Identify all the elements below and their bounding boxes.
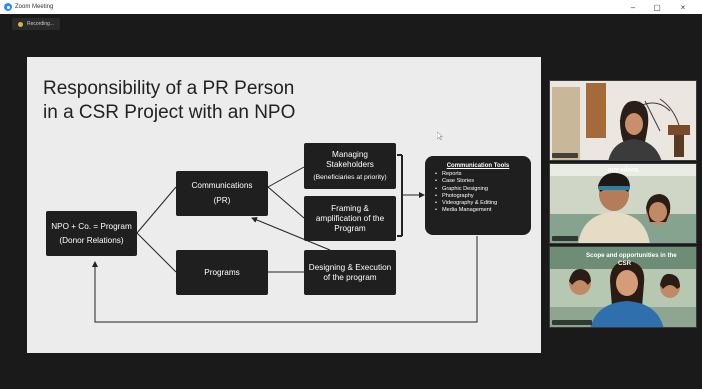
- communication-tools-title: Communication Tools: [446, 163, 510, 169]
- designing-line2: of the program: [323, 272, 377, 282]
- window-title: Zoom Meeting: [15, 4, 54, 10]
- slide-title-line2: in a CSR Project with an NPO: [43, 102, 296, 123]
- recording-indicator[interactable]: Recording...: [12, 18, 60, 30]
- programs-label: Programs: [204, 267, 240, 277]
- comm-line2: (PR): [213, 196, 231, 205]
- mouse-pointer-icon: [437, 132, 443, 140]
- participant-video-2: [550, 164, 696, 243]
- participant-video-tile-1[interactable]: [549, 80, 697, 161]
- list-item: Media Management: [435, 207, 523, 214]
- recording-dot-icon: [18, 21, 23, 27]
- participant-banner-text: Scope and: [608, 166, 639, 172]
- list-item: Photography: [435, 193, 523, 200]
- participant-name-tag: [552, 320, 592, 325]
- minimize-button[interactable]: –: [624, 0, 642, 14]
- framing-line2: amplification of the: [315, 213, 385, 223]
- communication-tools-box: Communication Tools Reports Case Stories…: [425, 156, 531, 235]
- list-item: Case Stories: [435, 178, 523, 185]
- participant-name-tag: [552, 153, 578, 158]
- npo-line2: (Donor Relations): [59, 235, 124, 245]
- slide-title-line1: Responsibility of a PR Person: [43, 78, 295, 99]
- list-item: Reports: [435, 171, 523, 178]
- list-item: Graphic Designing: [435, 186, 523, 193]
- npo-line1: NPO + Co. = Program: [51, 221, 132, 231]
- recording-label: Recording...: [27, 21, 54, 27]
- managing-line3: (Beneficiaries at priority): [313, 173, 387, 181]
- participant-banner-line2: CSR: [618, 260, 632, 267]
- managing-stakeholders-box: Managing Stakeholders (Beneficiaries at …: [304, 143, 396, 189]
- participant-name-tag: [552, 236, 578, 241]
- communications-box: Communications (PR): [176, 171, 268, 216]
- managing-line2: Stakeholders: [326, 159, 374, 169]
- list-item: Videography & Editing: [435, 200, 523, 207]
- npo-program-box: NPO + Co. = Program (Donor Relations): [46, 211, 137, 256]
- framing-line3: Program: [334, 223, 366, 233]
- participant-video-1: [550, 81, 696, 160]
- zoom-icon: [4, 3, 12, 11]
- window-titlebar: Zoom Meeting: [0, 0, 702, 14]
- participant-video-tile-2[interactable]: Scope and: [549, 163, 697, 244]
- designing-line1: Designing & Execution: [308, 262, 392, 272]
- participant-video-tile-3[interactable]: Scope and opportunities in the CSR: [549, 246, 697, 328]
- comm-line1: Communications: [191, 181, 253, 190]
- communication-tools-list: Reports Case Stories Graphic Designing P…: [433, 171, 523, 214]
- managing-line1: Managing: [332, 149, 368, 159]
- participant-banner-line1: Scope and opportunities in the: [586, 252, 677, 259]
- slide-title: Responsibility of a PR Person in a CSR P…: [43, 77, 295, 125]
- framing-line1: Framing &: [331, 203, 369, 213]
- framing-amplification-box: Framing & amplification of the Program: [304, 196, 396, 241]
- close-button[interactable]: ×: [674, 0, 692, 14]
- maximize-button[interactable]: ▢: [648, 0, 666, 14]
- programs-box: Programs: [176, 250, 268, 295]
- designing-execution-box: Designing & Execution of the program: [304, 250, 396, 295]
